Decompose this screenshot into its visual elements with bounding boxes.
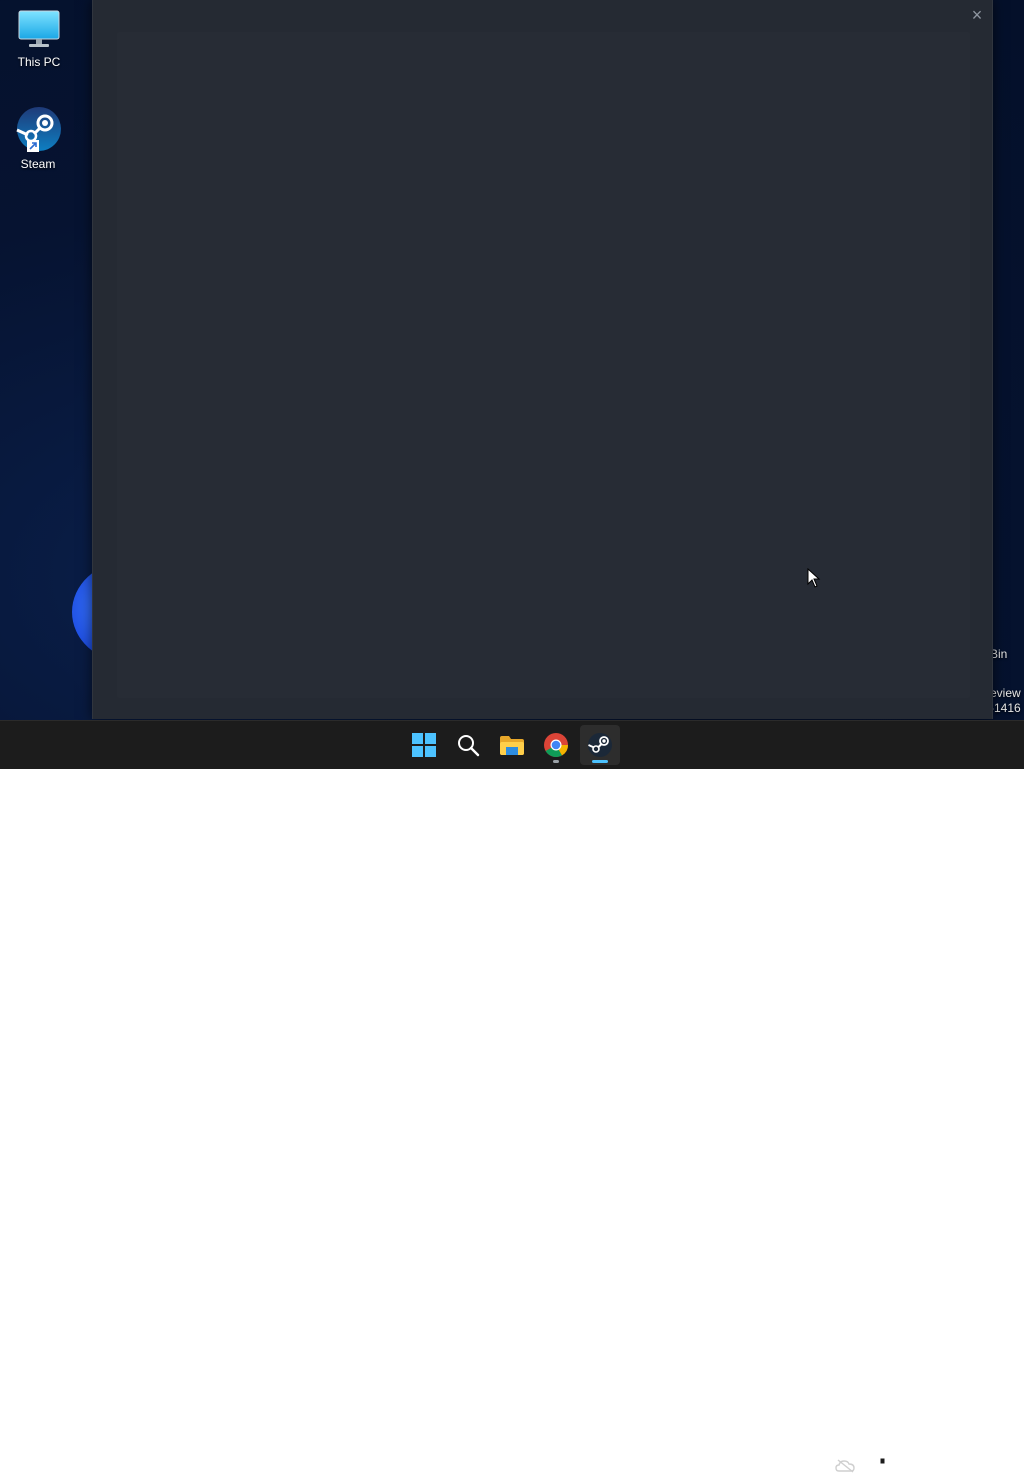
network-tray-button[interactable] [866,1455,888,1477]
clock-time: 9:24 PM [939,1450,984,1464]
watermark-text-line1: eview [990,686,1021,700]
notifications-button[interactable] [985,1455,1007,1477]
onedrive-icon [835,1459,855,1473]
close-icon: × [971,5,983,25]
desktop-icon-steam[interactable]: Steam [0,106,76,171]
search-button[interactable] [448,725,488,765]
steam-content-panel [117,32,970,698]
desktop-icon-this-pc[interactable]: This PC [1,8,77,69]
taskbar: 9:24 PM 1/11/2024 [0,720,1024,1479]
steam-window[interactable]: × [92,0,993,719]
watermark-text-line2: -1416 [990,701,1021,715]
steam-icon [588,733,612,757]
volume-tray-button[interactable] [891,1455,913,1477]
close-button[interactable]: × [966,4,988,26]
network-icon [868,1458,886,1473]
start-button[interactable] [404,725,444,765]
chevron-up-icon [807,1462,819,1470]
steam-icon [16,107,61,152]
desktop-icon-label: Steam [20,157,56,171]
onedrive-tray-button[interactable] [834,1455,856,1477]
monitor-icon [18,10,60,47]
active-indicator [592,760,608,763]
folder-icon [500,736,524,755]
windows-start-icon [412,733,436,757]
chrome-button[interactable] [536,725,576,765]
file-explorer-button[interactable] [492,725,532,765]
chrome-icon [544,733,568,758]
mouse-cursor-icon [807,568,821,588]
steam-taskbar-button[interactable] [580,725,620,765]
volume-muted-icon [894,1458,911,1474]
running-indicator [553,760,559,763]
search-icon [458,735,480,757]
desktop-icon-label: This PC [17,55,61,69]
show-hidden-icons-button[interactable] [802,1455,824,1477]
clock-date: 1/11/2024 [931,1465,985,1479]
notification-bell-icon [988,1459,1004,1475]
